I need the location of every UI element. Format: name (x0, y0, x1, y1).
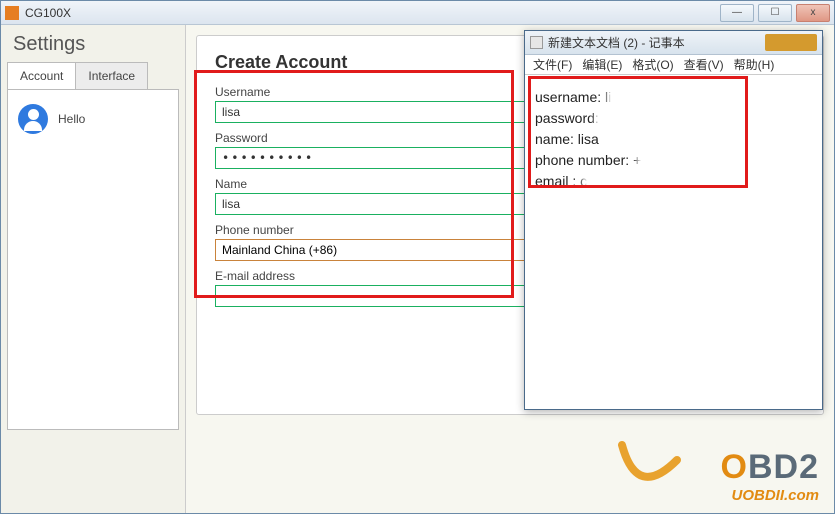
window-buttons: — ☐ x (716, 4, 830, 22)
settings-pane: Settings Account Interface Hello (1, 25, 186, 513)
minimize-button[interactable]: — (720, 4, 754, 22)
user-greeting: Hello (58, 112, 85, 126)
notepad-window[interactable]: 新建文本文档 (2) - 记事本 文件(F) 编辑(E) 格式(O) 查看(V)… (524, 30, 823, 410)
np-line-2: password: (535, 108, 812, 129)
np-line-3: name: lisa (535, 129, 812, 150)
notepad-body[interactable]: username: li password: name: lisa phone … (525, 75, 822, 204)
maximize-button[interactable]: ☐ (758, 4, 792, 22)
menu-help[interactable]: 帮助(H) (730, 56, 779, 73)
menu-format[interactable]: 格式(O) (628, 56, 677, 73)
np-line-1: username: li (535, 87, 812, 108)
settings-tabs: Account Interface (7, 62, 179, 90)
app-title: CG100X (25, 6, 716, 20)
notepad-menu: 文件(F) 编辑(E) 格式(O) 查看(V) 帮助(H) (525, 55, 822, 75)
menu-view[interactable]: 查看(V) (680, 56, 728, 73)
np-line-4: phone number: + (535, 150, 812, 171)
phone-country-value: Mainland China (+86) (222, 243, 337, 257)
notepad-titlebar[interactable]: 新建文本文档 (2) - 记事本 (525, 31, 822, 55)
notepad-header-button[interactable] (765, 34, 817, 51)
app-titlebar[interactable]: CG100X — ☐ x (1, 1, 834, 25)
watermark-swoosh-icon (617, 440, 687, 494)
close-button[interactable]: x (796, 4, 830, 22)
notepad-title: 新建文本文档 (2) - 记事本 (548, 34, 761, 51)
avatar-icon (18, 104, 48, 134)
tab-interface[interactable]: Interface (75, 62, 148, 89)
settings-title: Settings (7, 33, 179, 56)
app-icon (5, 6, 19, 20)
np-line-5: email : c (535, 171, 812, 192)
tab-account[interactable]: Account (7, 62, 76, 89)
tab-panel-account: Hello (7, 90, 179, 430)
menu-edit[interactable]: 编辑(E) (578, 56, 626, 73)
notepad-icon (530, 36, 543, 49)
user-row[interactable]: Hello (18, 104, 168, 134)
menu-file[interactable]: 文件(F) (529, 56, 576, 73)
